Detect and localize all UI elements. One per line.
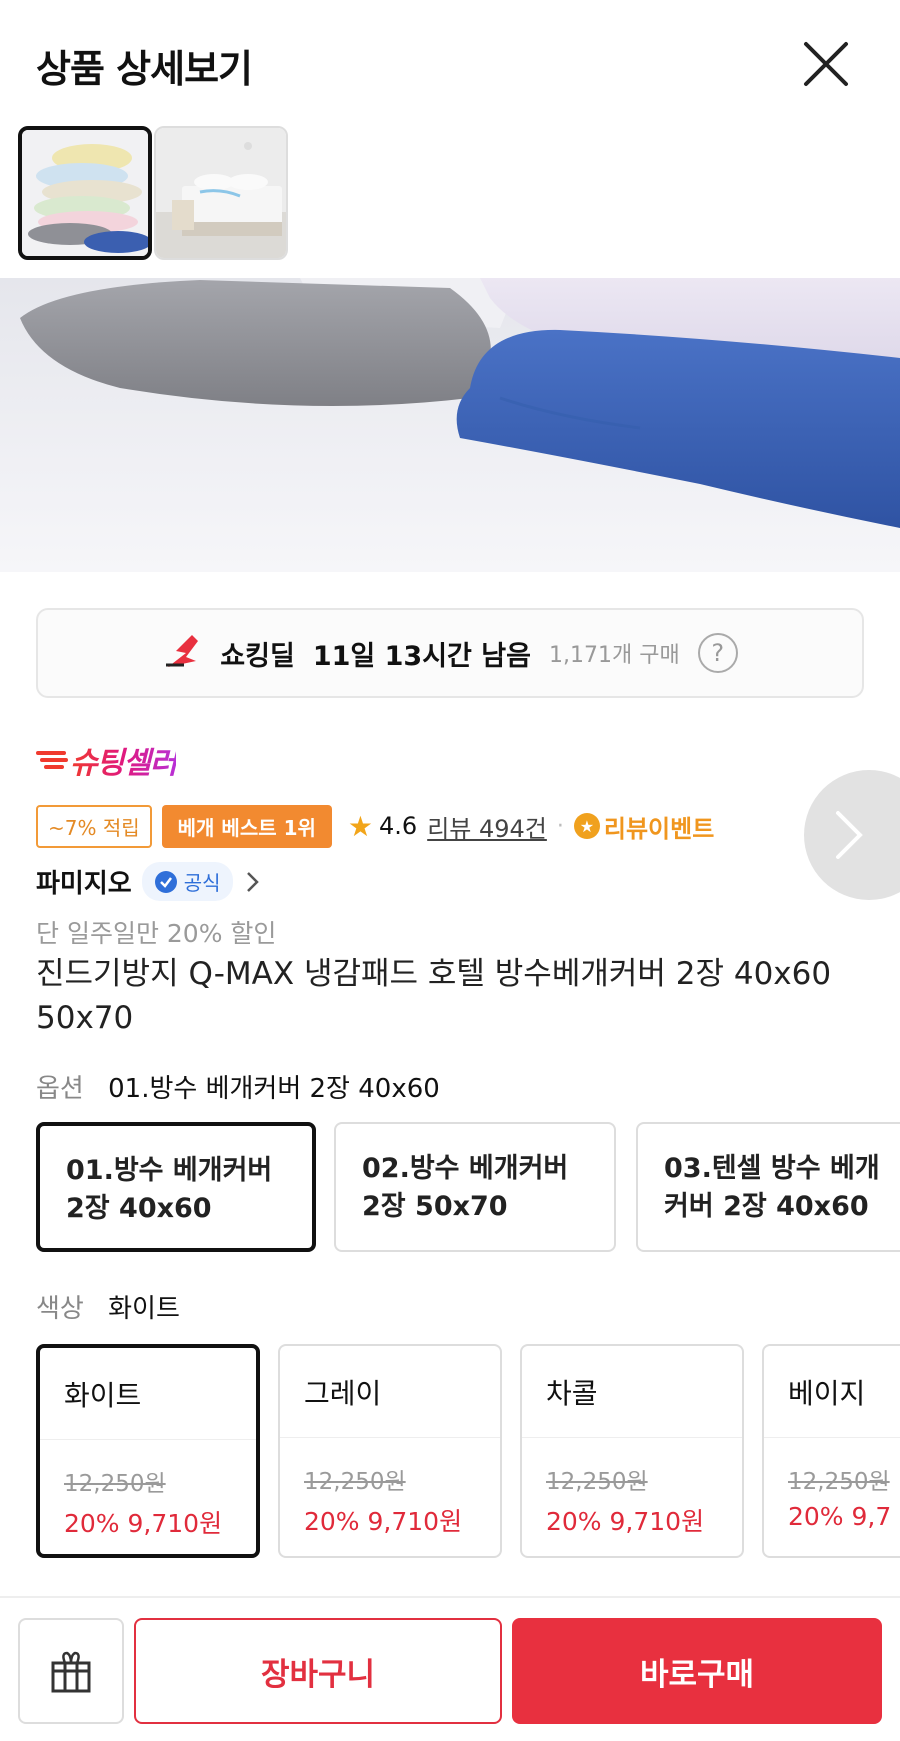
product-name: 진드기방지 Q-MAX 냉감패드 호텔 방수베개커버 2장 40x60 50x7… [36,956,832,1036]
thumbnail-bed-waterproof[interactable] [154,126,288,260]
option-line2: 2장 40x60 [66,1193,212,1224]
purchase-count: 1,171개 구매 [548,643,680,668]
star-icon: ★ [347,809,374,843]
thumbnail-pillows-stack[interactable] [18,126,152,260]
next-product-button[interactable] [804,770,900,900]
brand-name: 파미지오 [36,869,132,899]
review-event-link[interactable]: ★ 리뷰이벤트 [573,809,715,844]
shocking-deal-banner: 쇼킹딜 11일 13시간 남음 1,171개 구매 ? [36,608,864,698]
deal-label: 쇼킹딜 [220,640,295,672]
color-name: 차콜 [522,1346,742,1438]
seller-logo-text: 슈팅셀러 [70,738,177,782]
official-label: 공식 [183,871,221,895]
color-name: 그레이 [280,1346,500,1438]
bottom-action-bar: 장바구니 바로구매 [0,1596,900,1741]
chevron-right-icon [836,811,863,859]
color-card[interactable]: 차콜 12,250원 20% 9,710원 [520,1344,744,1558]
color-summary: 색상 화이트 [36,1288,180,1325]
color-selected-value: 화이트 [108,1294,180,1324]
color-card[interactable]: 그레이 12,250원 20% 9,710원 [278,1344,502,1558]
page-title: 상품 상세보기 [36,47,253,91]
option-card[interactable]: 01.방수 베개커버 2장 40x60 [36,1122,316,1252]
option-line1: 03.텐셀 방수 베개 [664,1153,880,1184]
sale-price: 20% 9,710원 [304,1507,463,1536]
option-line2: 커버 2장 40x60 [664,1191,869,1222]
separator-dot: · [556,813,564,839]
color-list: 화이트 12,250원 20% 9,710원 그레이 12,250원 20% 9… [36,1344,900,1558]
option-line2: 2장 50x70 [362,1191,508,1222]
gift-button[interactable] [18,1618,124,1724]
option-label: 옵션 [36,1074,84,1104]
official-badge: 공식 [141,862,233,901]
badge-row: ~7% 적립 베개 베스트 1위 ★ 4.6 리뷰 494건 · ★ 리뷰이벤트 [36,804,715,848]
brand-store-link[interactable]: 파미지오 공식 [36,862,263,901]
speed-lines-icon [36,751,68,769]
review-count-link[interactable]: 리뷰 494건 [427,809,547,844]
option-line1: 01.방수 베개커버 [66,1155,273,1186]
rating-value: 4.6 [379,812,418,840]
gift-icon [51,1651,91,1693]
review-event-label: 리뷰이벤트 [603,814,715,843]
promo-text: 단 일주일만 20% 할인 [36,919,277,948]
lightning-icon [162,631,202,675]
shooting-seller-logo: 슈팅셀러 [36,738,177,782]
option-summary: 옵션 01.방수 베개커버 2장 40x60 [36,1068,440,1105]
color-card[interactable]: 화이트 12,250원 20% 9,710원 [36,1344,260,1558]
color-label: 색상 [36,1294,84,1324]
sale-price: 20% 9,710원 [64,1509,223,1538]
original-price: 12,250원 [304,1469,406,1495]
help-icon[interactable]: ? [697,633,738,673]
buy-now-button[interactable]: 바로구매 [512,1618,882,1724]
best-badge: 베개 베스트 1위 [161,804,332,848]
original-price: 12,250원 [788,1469,890,1495]
option-card[interactable]: 03.텐셀 방수 베개 커버 2장 40x60 [636,1122,900,1252]
original-price: 12,250원 [64,1471,166,1497]
option-list: 01.방수 베개커버 2장 40x60 02.방수 베개커버 2장 50x70 … [36,1122,900,1252]
sale-price: 20% 9,710원 [546,1507,705,1536]
star-circle-icon: ★ [573,813,600,839]
product-hero-image [0,278,900,572]
option-selected-value: 01.방수 베개커버 2장 40x60 [108,1074,440,1104]
deal-time-left: 11일 13시간 남음 [312,640,531,672]
color-card[interactable]: 베이지 12,250원 20% 9,7 [762,1344,900,1558]
option-card[interactable]: 02.방수 베개커버 2장 50x70 [334,1122,616,1252]
option-line1: 02.방수 베개커버 [362,1153,569,1184]
close-icon[interactable] [798,36,854,92]
color-name: 베이지 [764,1346,900,1438]
color-name: 화이트 [40,1348,256,1440]
sale-price: 20% 9,7 [788,1502,892,1531]
add-to-cart-button[interactable]: 장바구니 [134,1618,502,1724]
original-price: 12,250원 [546,1469,648,1495]
rating: ★ 4.6 [348,810,417,843]
chevron-right-icon [246,871,259,892]
verified-check-icon [154,870,177,893]
point-badge: ~7% 적립 [36,804,152,848]
top-bar: 상품 상세보기 [0,0,900,120]
image-thumbnail-strip [0,120,900,270]
